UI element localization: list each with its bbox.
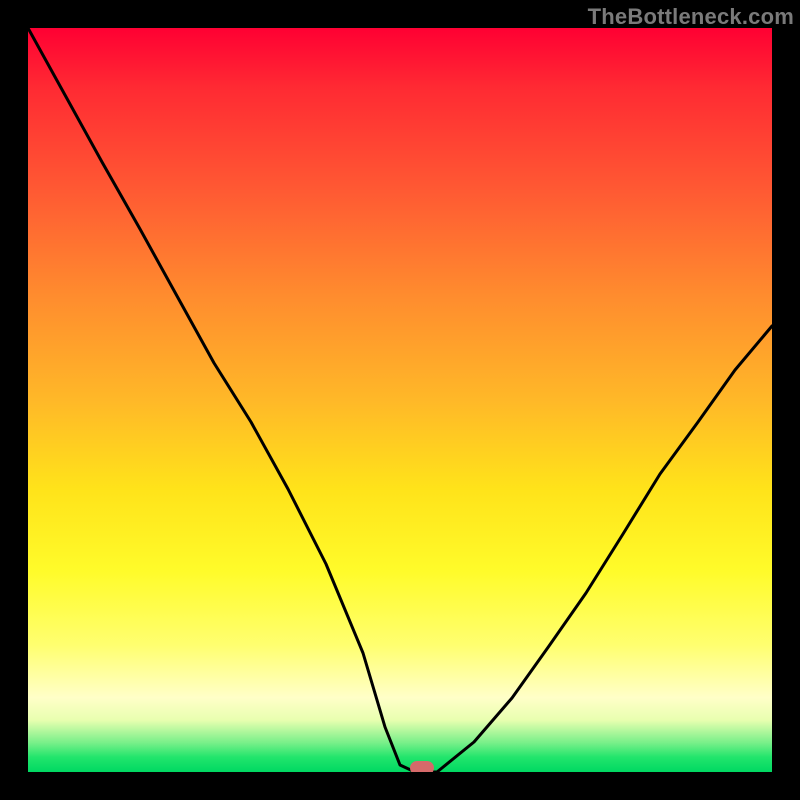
min-marker (410, 761, 434, 772)
chart-stage: TheBottleneck.com (0, 0, 800, 800)
bottleneck-curve (28, 28, 772, 772)
watermark-text: TheBottleneck.com (588, 4, 794, 30)
plot-area (28, 28, 772, 772)
curve-line (28, 28, 772, 772)
